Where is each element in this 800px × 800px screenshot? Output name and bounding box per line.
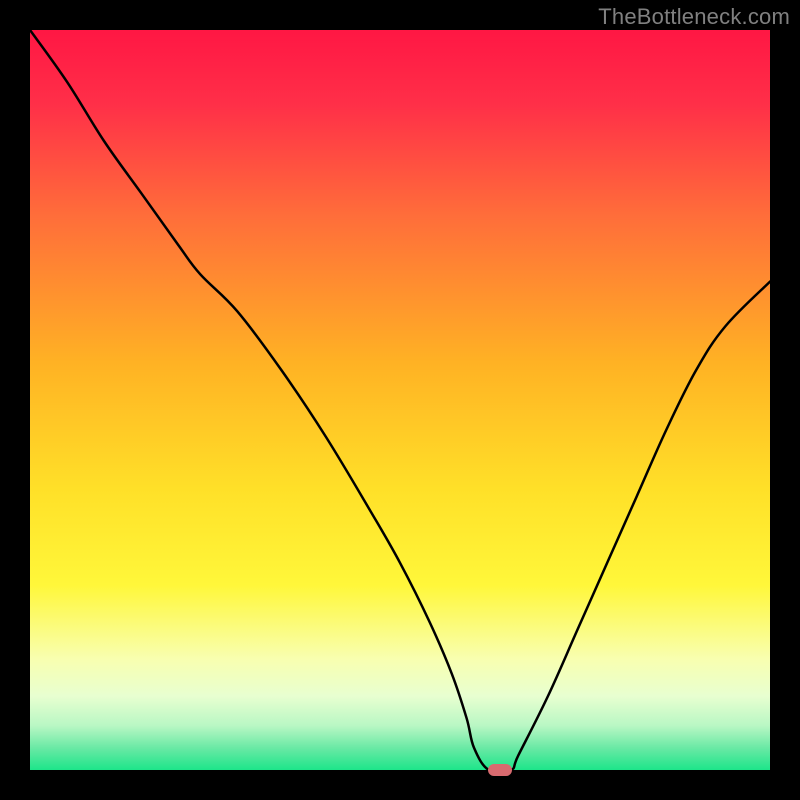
bottleneck-curve [30, 30, 770, 773]
optimal-point-marker [488, 764, 512, 776]
chart-frame: TheBottleneck.com [0, 0, 800, 800]
watermark-label: TheBottleneck.com [598, 4, 790, 30]
plot-area [30, 30, 770, 770]
curve-layer [30, 30, 770, 770]
